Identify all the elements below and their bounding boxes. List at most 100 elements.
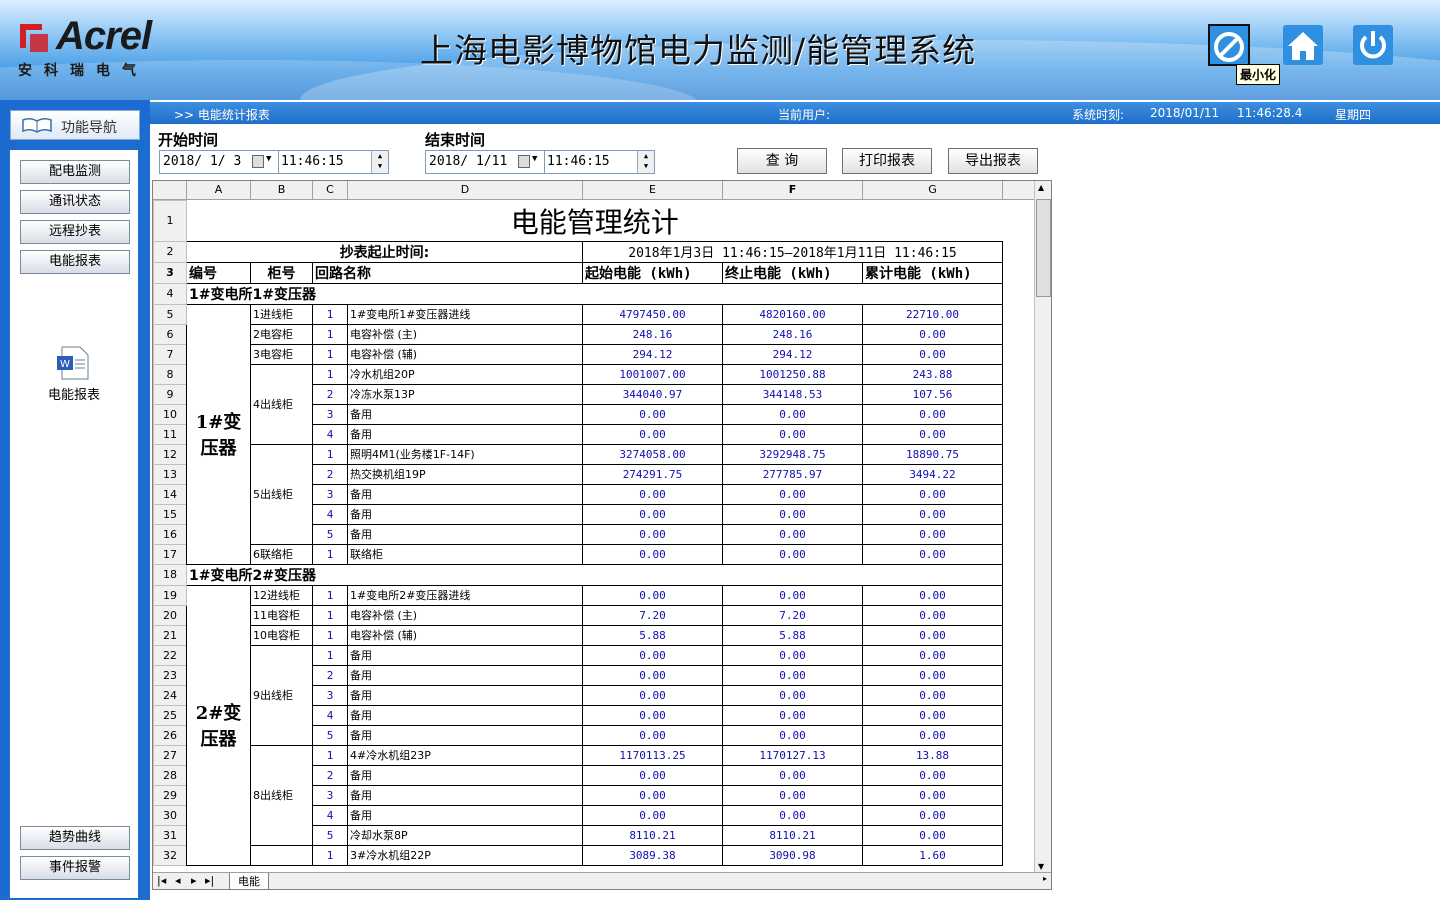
row-number: 14 xyxy=(153,483,187,505)
end-energy: 5.88 xyxy=(722,624,863,646)
header-cell: 终止电能 (kWh) xyxy=(722,261,863,284)
report-spreadsheet[interactable]: A B C D E F G 1 电能管理统计 2 抄表起止时间: 2018年1月… xyxy=(152,180,1052,890)
total-energy: 1.60 xyxy=(862,844,1003,866)
row-number: 28 xyxy=(153,764,187,786)
total-energy: 0.00 xyxy=(862,543,1003,565)
scroll-right-icon[interactable]: ▸ xyxy=(1043,874,1047,883)
status-bar: >> 电能统计报表 当前用户: 系统时刻: 2018/01/11 11:46:2… xyxy=(150,102,1440,124)
column-header[interactable]: C xyxy=(313,181,348,199)
vertical-scrollbar[interactable]: ▲ ▼ xyxy=(1034,181,1051,873)
circuit-name: 备用 xyxy=(347,764,583,786)
minimize-button[interactable] xyxy=(1208,24,1250,66)
query-button[interactable]: 查 询 xyxy=(737,148,827,174)
nav-item-trend-curve[interactable]: 趋势曲线 xyxy=(20,826,130,850)
scroll-up-icon[interactable]: ▲ xyxy=(1038,183,1044,192)
end-energy: 0.00 xyxy=(722,523,863,545)
next-sheet-icon[interactable]: ▸ xyxy=(191,874,197,887)
nav-item-power-monitoring[interactable]: 配电监测 xyxy=(20,160,130,184)
cabinet-cell: 6联络柜 xyxy=(250,543,313,565)
end-energy: 1001250.88 xyxy=(722,363,863,385)
nav-item-energy-report[interactable]: 电能报表 xyxy=(20,250,130,274)
book-icon xyxy=(22,117,52,133)
column-header[interactable]: D xyxy=(348,181,583,199)
minimize-tooltip: 最小化 xyxy=(1236,64,1281,85)
calendar-icon[interactable] xyxy=(252,155,264,168)
circuit-name: 备用 xyxy=(347,804,583,826)
energy-report-doc-label: 电能报表 xyxy=(47,388,100,403)
end-datetime-picker[interactable]: 2018/ 1/11 ▼ 11:46:15 ▲ ▼ xyxy=(425,150,655,174)
total-energy: 0.00 xyxy=(862,323,1003,345)
total-energy: 0.00 xyxy=(862,804,1003,826)
total-energy: 0.00 xyxy=(862,523,1003,545)
nav-item-remote-meter[interactable]: 远程抄表 xyxy=(20,220,130,244)
row-number: 8 xyxy=(153,363,187,385)
start-energy: 0.00 xyxy=(582,483,723,505)
end-energy: 294.12 xyxy=(722,343,863,365)
loop-number: 5 xyxy=(312,724,348,746)
table-row: 22 9出线柜 1 备用 0.00 0.00 0.00 xyxy=(153,644,1003,746)
start-datetime-picker[interactable]: 2018/ 1/ 3 ▼ 11:46:15 ▲ ▼ xyxy=(159,150,389,174)
nav-header[interactable]: 功能导航 xyxy=(10,110,140,140)
chevron-down-icon[interactable]: ▼ xyxy=(532,154,537,164)
scrollbar-thumb[interactable] xyxy=(1036,199,1051,297)
circuit-name: 电容补偿 (辅) xyxy=(347,624,583,646)
row-number: 9 xyxy=(153,383,187,405)
scroll-down-icon[interactable]: ▼ xyxy=(1038,862,1044,871)
section-title: 1#变电所2#变压器 xyxy=(186,563,1003,586)
total-energy: 0.00 xyxy=(862,724,1003,746)
section-title: 1#变电所1#变压器 xyxy=(186,282,1003,305)
calendar-icon[interactable] xyxy=(518,155,530,168)
circuit-name: 冷却水泵8P xyxy=(347,824,583,846)
column-header[interactable]: B xyxy=(251,181,313,199)
table-row: 27 8出线柜 1 4#冷水机组23P 1170113.25 1170127.13 13.8… xyxy=(153,744,1003,846)
sheet-tab-energy[interactable]: 电能 xyxy=(229,873,269,889)
chevron-down-icon[interactable]: ▼ xyxy=(266,154,271,164)
last-sheet-icon[interactable]: ▸| xyxy=(205,874,214,887)
nav-item-comm-status[interactable]: 通讯状态 xyxy=(20,190,130,214)
end-energy: 8110.21 xyxy=(722,824,863,846)
nav-item-event-alarm[interactable]: 事件报警 xyxy=(20,856,130,880)
column-header[interactable]: E xyxy=(583,181,723,199)
acrel-mark-icon xyxy=(20,24,48,52)
period-label: 抄表起止时间: xyxy=(186,240,583,263)
start-energy: 5.88 xyxy=(582,624,723,646)
loop-number: 1 xyxy=(312,624,348,646)
current-user-label: 当前用户: xyxy=(778,108,831,122)
circuit-name: 4#冷水机组23P xyxy=(347,744,583,766)
export-report-button[interactable]: 导出报表 xyxy=(948,148,1038,174)
start-energy: 7.20 xyxy=(582,604,723,626)
prev-sheet-icon[interactable]: ◂ xyxy=(175,874,181,887)
home-button[interactable] xyxy=(1282,24,1324,66)
end-energy: 0.00 xyxy=(722,543,863,565)
end-time-label: 结束时间 xyxy=(425,131,486,149)
nav-panel: 配电监测 通讯状态 远程抄表 电能报表 W 电能报表 趋势曲线 事件报警 xyxy=(10,150,138,898)
end-energy: 0.00 xyxy=(722,584,863,606)
print-report-button[interactable]: 打印报表 xyxy=(842,148,932,174)
home-icon xyxy=(1283,25,1323,65)
first-sheet-icon[interactable]: |◂ xyxy=(157,874,166,887)
end-energy: 3292948.75 xyxy=(722,443,863,465)
start-energy: 0.00 xyxy=(582,523,723,545)
power-button[interactable] xyxy=(1352,24,1394,66)
word-document-icon[interactable]: W xyxy=(56,346,90,380)
total-energy: 18890.75 xyxy=(862,443,1003,465)
loop-number: 1 xyxy=(312,644,348,666)
end-energy: 0.00 xyxy=(722,423,863,445)
table-row: 7 3电容柜 1 电容补偿 (辅) 294.12 294.12 0.00 xyxy=(153,343,1003,365)
column-header[interactable]: A xyxy=(187,181,251,199)
end-energy: 0.00 xyxy=(722,724,863,746)
row-number: 11 xyxy=(153,423,187,445)
sheet-tab-bar: |◂ ◂ ▸ ▸| 电能 ▸ xyxy=(153,872,1051,889)
time-spinner[interactable]: ▲ ▼ xyxy=(637,151,654,173)
table-row: 19 2#变压器 12进线柜 1 1#变电所2#变压器进线 0.00 0.00 0.00 xyxy=(153,584,1003,866)
column-header[interactable]: G xyxy=(863,181,1003,199)
loop-number: 2 xyxy=(312,383,348,405)
loop-number: 1 xyxy=(312,604,348,626)
start-energy: 0.00 xyxy=(582,664,723,686)
table-row: 17 6联络柜 1 联络柜 0.00 0.00 0.00 xyxy=(153,543,1003,565)
total-energy: 0.00 xyxy=(862,403,1003,425)
total-energy: 0.00 xyxy=(862,423,1003,445)
column-header[interactable]: F xyxy=(723,181,863,199)
start-energy: 294.12 xyxy=(582,343,723,365)
time-spinner[interactable]: ▲ ▼ xyxy=(371,151,388,173)
